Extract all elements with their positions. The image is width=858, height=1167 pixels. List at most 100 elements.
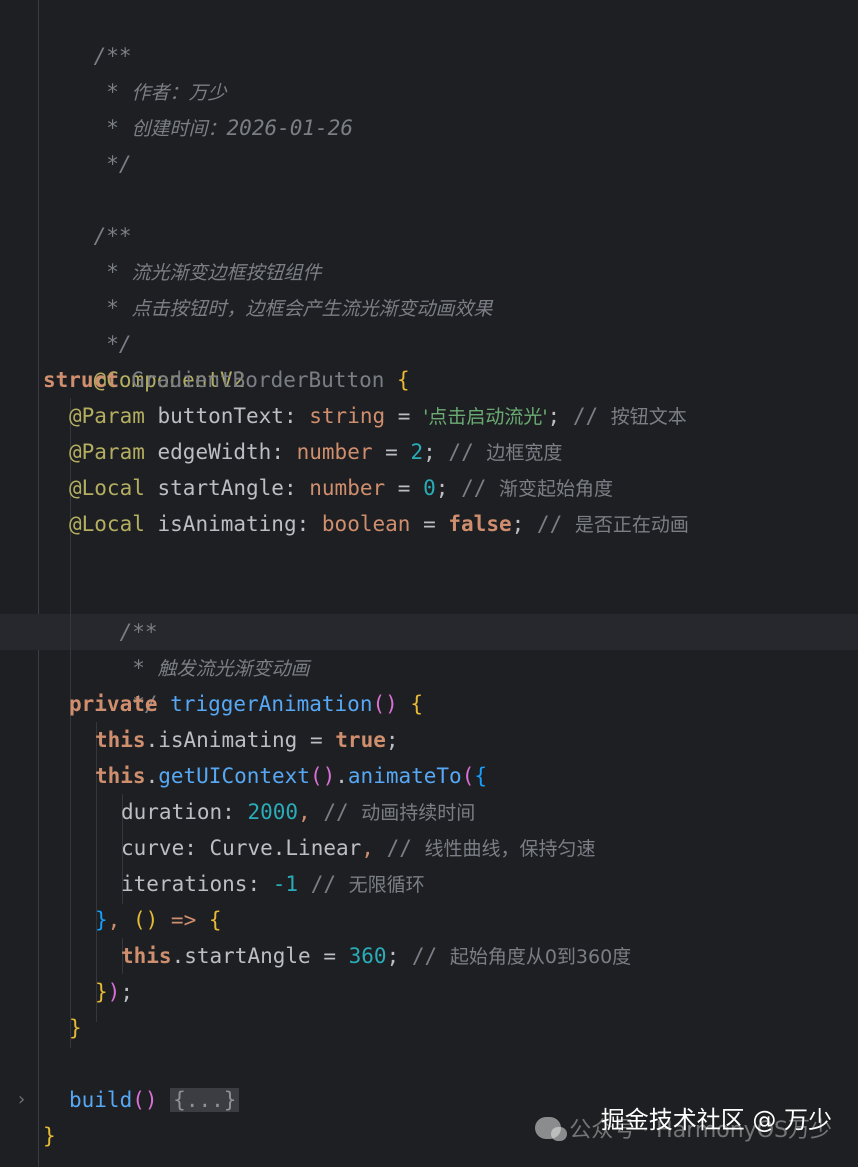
colon-token: : bbox=[184, 836, 197, 860]
code-line: this.startAngle = 360; // 起始角度从0到360度 bbox=[121, 938, 631, 974]
code-line: /** bbox=[69, 578, 158, 644]
type-token: number bbox=[296, 440, 373, 464]
comment-token: // bbox=[386, 836, 425, 860]
object-key-token: iterations bbox=[121, 872, 248, 896]
watermark: 公众号 · HarmonyOS万少 掘金技术社区 @ 万少 bbox=[535, 1106, 832, 1150]
code-line: */ bbox=[43, 110, 131, 176]
code-line: @Local startAngle: number = 0; // 渐变起始角度 bbox=[69, 470, 613, 506]
code-line: }); bbox=[95, 974, 133, 1010]
comment-token: 是否正在动画 bbox=[574, 514, 689, 536]
paren-token: () bbox=[132, 1088, 158, 1112]
code-line: struct GradientBorderButton { bbox=[43, 362, 410, 398]
this-token: this bbox=[95, 728, 146, 752]
code-line: */ bbox=[43, 290, 131, 356]
code-line: * 流光渐变边框按钮组件 bbox=[43, 218, 321, 284]
dot-token: . bbox=[335, 764, 348, 788]
semicolon-token: ; bbox=[423, 440, 436, 464]
number-token: 2000 bbox=[247, 800, 299, 824]
comment-token: // bbox=[448, 440, 487, 464]
enum-member-token: Linear bbox=[285, 836, 362, 860]
keyword-token: private bbox=[69, 692, 158, 716]
operator-token: = bbox=[423, 512, 436, 536]
comment-token: 边框宽度 bbox=[486, 442, 563, 464]
class-token: Curve bbox=[209, 836, 273, 860]
number-token: 360 bbox=[348, 944, 387, 968]
code-line: * 触发流光渐变动画 bbox=[69, 614, 309, 680]
colon-token: : bbox=[283, 404, 297, 428]
code-line: * 点击按钮时，边框会产生流光渐变动画效果 bbox=[43, 254, 492, 320]
colon-token: : bbox=[222, 800, 235, 824]
code-line: this.getUIContext().animateTo({ bbox=[95, 758, 487, 794]
comma-token: , bbox=[361, 836, 374, 860]
semicolon-token: ; bbox=[386, 944, 400, 968]
comment-token: // bbox=[572, 404, 611, 428]
semicolon-token: ; bbox=[511, 512, 525, 536]
dot-token: . bbox=[145, 764, 159, 788]
this-token: this bbox=[95, 764, 146, 788]
dot-token: . bbox=[171, 944, 185, 968]
identifier-token: startAngle bbox=[157, 476, 284, 500]
code-editor[interactable]: /** * 作者：万少 * 创建时间：2026-01-26 */ /** * 流… bbox=[0, 0, 858, 1167]
comment-token: 按钮文本 bbox=[610, 406, 687, 428]
comment-token: 创建时间： bbox=[131, 118, 227, 140]
code-line: @Param buttonText: string = '点击启动流光'; //… bbox=[69, 398, 687, 434]
brace-token: } bbox=[95, 980, 108, 1004]
folded-region-placeholder[interactable]: {...} bbox=[170, 1088, 240, 1112]
code-line: /** bbox=[43, 182, 132, 248]
number-token: 0 bbox=[423, 476, 436, 500]
comment-token: 2026-01-26 bbox=[226, 116, 353, 140]
method-call-token: animateTo bbox=[347, 764, 462, 788]
paren-token: () bbox=[132, 908, 159, 932]
code-line: curve: Curve.Linear, // 线性曲线，保持匀速 bbox=[121, 830, 596, 866]
code-line: this.isAnimating = true; bbox=[95, 722, 399, 758]
code-line: build() {...} bbox=[69, 1082, 240, 1118]
code-line: /** bbox=[43, 2, 132, 68]
paren-token: ( bbox=[461, 764, 475, 788]
method-name-token: triggerAnimation bbox=[170, 692, 373, 716]
dot-token: . bbox=[145, 728, 159, 752]
this-token: this bbox=[121, 944, 172, 968]
comment-token: 动画持续时间 bbox=[361, 802, 476, 824]
colon-token: : bbox=[296, 512, 310, 536]
gutter-divider bbox=[38, 0, 39, 1167]
decorator-token: @Local bbox=[69, 512, 145, 536]
comma-token: , bbox=[298, 800, 311, 824]
code-line: } bbox=[43, 1118, 56, 1154]
operator-token: = bbox=[397, 404, 411, 428]
paren-token: ) bbox=[107, 980, 121, 1004]
struct-name-token: GradientBorderButton bbox=[131, 368, 385, 392]
code-line: * 创建时间：2026-01-26 bbox=[43, 74, 353, 140]
keyword-token: false bbox=[448, 512, 512, 536]
comment-token: 无限循环 bbox=[348, 874, 425, 896]
operator-token: = bbox=[397, 476, 411, 500]
brace-token: } bbox=[43, 1124, 56, 1148]
brace-token: { bbox=[397, 368, 410, 392]
code-line: */ bbox=[69, 650, 157, 716]
colon-token: : bbox=[247, 872, 261, 896]
identifier-token: edgeWidth bbox=[157, 440, 272, 464]
comment-token: */ bbox=[93, 152, 132, 176]
comment-token: // bbox=[536, 512, 575, 536]
code-line: } bbox=[69, 1010, 82, 1046]
comment-token: 起始角度从0到360度 bbox=[449, 946, 632, 968]
type-token: boolean bbox=[321, 512, 411, 536]
keyword-token: struct bbox=[43, 368, 119, 392]
brace-token: } bbox=[95, 908, 108, 932]
comment-token: 触发流光渐变动画 bbox=[157, 658, 310, 680]
code-line: private triggerAnimation() { bbox=[69, 686, 423, 722]
chevron-right-icon[interactable]: › bbox=[18, 1088, 40, 1112]
operator-token: = bbox=[385, 440, 398, 464]
comment-token: // bbox=[461, 476, 499, 500]
comma-token: , bbox=[107, 908, 121, 932]
method-call-token: getUIContext bbox=[158, 764, 310, 788]
brace-token: { bbox=[410, 692, 424, 716]
string-token: '点击启动流光' bbox=[423, 406, 548, 428]
brace-token: { bbox=[474, 764, 488, 788]
comment-token: 点击按钮时，边框会产生流光渐变动画效果 bbox=[131, 298, 493, 320]
wechat-icon bbox=[535, 1117, 568, 1141]
code-line: iterations: -1 // 无限循环 bbox=[121, 866, 425, 902]
operator-token: = bbox=[309, 728, 323, 752]
semicolon-token: ; bbox=[435, 476, 449, 500]
comment-token: // bbox=[323, 800, 362, 824]
colon-token: : bbox=[271, 440, 284, 464]
